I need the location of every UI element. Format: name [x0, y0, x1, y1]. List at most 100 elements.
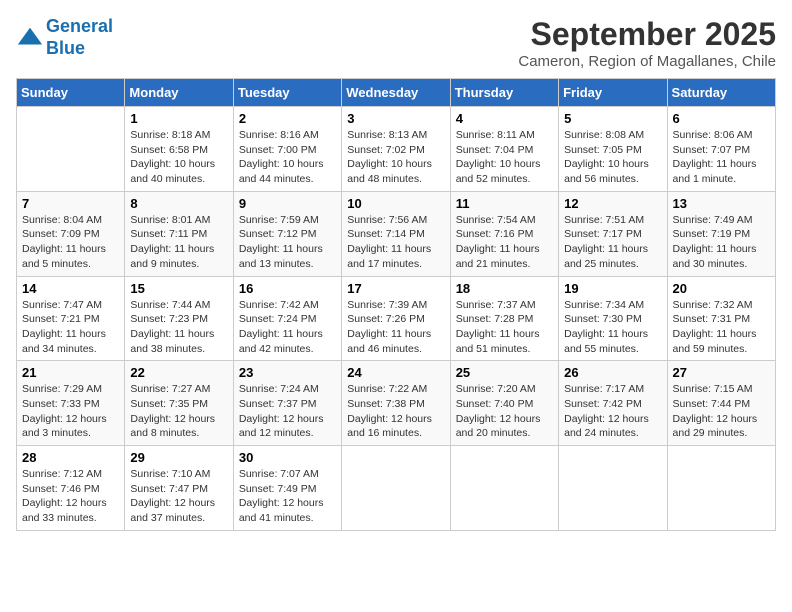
- day-info: Sunrise: 7:59 AMSunset: 7:12 PMDaylight:…: [239, 213, 336, 272]
- calendar-cell: 7 Sunrise: 8:04 AMSunset: 7:09 PMDaylight…: [17, 191, 125, 276]
- month-title: September 2025: [518, 16, 776, 53]
- calendar-table: SundayMondayTuesdayWednesdayThursdayFrid…: [16, 78, 776, 531]
- day-number: 29: [130, 450, 227, 465]
- calendar-cell: 25Sunrise: 7:20 AMSunset: 7:40 PMDayligh…: [450, 361, 558, 446]
- day-of-week-header: Thursday: [450, 79, 558, 107]
- day-info: Sunrise: 7:54 AMSunset: 7:16 PMDaylight:…: [456, 213, 553, 272]
- calendar-cell: 28 Sunrise: 7:12 AMSunset: 7:46 PMDayligh…: [17, 446, 125, 531]
- day-info: Sunrise: 7:34 AMSunset: 7:30 PMDaylight:…: [564, 298, 661, 357]
- calendar-cell: 14 Sunrise: 7:47 AMSunset: 7:21 PMDayligh…: [17, 276, 125, 361]
- day-info: Sunrise: 8:06 AMSunset: 7:07 PMDaylight:…: [673, 128, 770, 187]
- calendar-week-row: 21 Sunrise: 7:29 AMSunset: 7:33 PMDayligh…: [17, 361, 776, 446]
- calendar-cell: 13 Sunrise: 7:49 AMSunset: 7:19 PMDayligh…: [667, 191, 775, 276]
- calendar-cell: 8 Sunrise: 8:01 AMSunset: 7:11 PMDaylight…: [125, 191, 233, 276]
- page-header: General Blue September 2025 Cameron, Reg…: [16, 16, 776, 70]
- day-of-week-header: Wednesday: [342, 79, 450, 107]
- calendar-cell: 24 Sunrise: 7:22 AMSunset: 7:38 PMDayligh…: [342, 361, 450, 446]
- day-number: 20: [673, 281, 770, 296]
- logo-icon: [16, 24, 44, 52]
- day-info: Sunrise: 7:12 AMSunset: 7:46 PMDaylight:…: [22, 467, 119, 526]
- calendar-cell: 11 Sunrise: 7:54 AMSunset: 7:16 PMDayligh…: [450, 191, 558, 276]
- day-number: 24: [347, 365, 444, 380]
- calendar-header-row: SundayMondayTuesdayWednesdayThursdayFrid…: [17, 79, 776, 107]
- day-info: Sunrise: 7:27 AMSunset: 7:35 PMDaylight:…: [130, 382, 227, 441]
- day-info: Sunrise: 7:10 AMSunset: 7:47 PMDaylight:…: [130, 467, 227, 526]
- calendar-cell: 6 Sunrise: 8:06 AMSunset: 7:07 PMDaylight…: [667, 107, 775, 192]
- day-number: 5: [564, 111, 661, 126]
- calendar-week-row: 1 Sunrise: 8:18 AMSunset: 6:58 PMDaylight…: [17, 107, 776, 192]
- calendar-week-row: 7 Sunrise: 8:04 AMSunset: 7:09 PMDaylight…: [17, 191, 776, 276]
- calendar-cell: [559, 446, 667, 531]
- logo-text-general: General: [46, 16, 113, 36]
- calendar-cell: [342, 446, 450, 531]
- day-number: 12: [564, 196, 661, 211]
- calendar-cell: 26Sunrise: 7:17 AMSunset: 7:42 PMDayligh…: [559, 361, 667, 446]
- calendar-cell: 27Sunrise: 7:15 AMSunset: 7:44 PMDayligh…: [667, 361, 775, 446]
- day-number: 17: [347, 281, 444, 296]
- day-number: 4: [456, 111, 553, 126]
- location-subtitle: Cameron, Region of Magallanes, Chile: [518, 53, 776, 70]
- logo-text-blue: Blue: [46, 38, 85, 58]
- day-info: Sunrise: 7:22 AMSunset: 7:38 PMDaylight:…: [347, 382, 444, 441]
- day-number: 27: [673, 365, 770, 380]
- day-number: 16: [239, 281, 336, 296]
- calendar-week-row: 28 Sunrise: 7:12 AMSunset: 7:46 PMDayligh…: [17, 446, 776, 531]
- calendar-cell: [667, 446, 775, 531]
- day-info: Sunrise: 8:13 AMSunset: 7:02 PMDaylight:…: [347, 128, 444, 187]
- day-info: Sunrise: 7:49 AMSunset: 7:19 PMDaylight:…: [673, 213, 770, 272]
- calendar-week-row: 14 Sunrise: 7:47 AMSunset: 7:21 PMDayligh…: [17, 276, 776, 361]
- day-number: 14: [22, 281, 119, 296]
- day-number: 28: [22, 450, 119, 465]
- day-number: 21: [22, 365, 119, 380]
- day-info: Sunrise: 7:44 AMSunset: 7:23 PMDaylight:…: [130, 298, 227, 357]
- day-number: 22: [130, 365, 227, 380]
- calendar-cell: 29 Sunrise: 7:10 AMSunset: 7:47 PMDayligh…: [125, 446, 233, 531]
- calendar-cell: 15 Sunrise: 7:44 AMSunset: 7:23 PMDayligh…: [125, 276, 233, 361]
- calendar-cell: 9 Sunrise: 7:59 AMSunset: 7:12 PMDaylight…: [233, 191, 341, 276]
- day-of-week-header: Monday: [125, 79, 233, 107]
- day-number: 13: [673, 196, 770, 211]
- day-info: Sunrise: 8:04 AMSunset: 7:09 PMDaylight:…: [22, 213, 119, 272]
- day-number: 30: [239, 450, 336, 465]
- calendar-cell: 2 Sunrise: 8:16 AMSunset: 7:00 PMDaylight…: [233, 107, 341, 192]
- calendar-cell: 17Sunrise: 7:39 AMSunset: 7:26 PMDayligh…: [342, 276, 450, 361]
- day-number: 11: [456, 196, 553, 211]
- day-of-week-header: Friday: [559, 79, 667, 107]
- day-number: 10: [347, 196, 444, 211]
- day-info: Sunrise: 8:11 AMSunset: 7:04 PMDaylight:…: [456, 128, 553, 187]
- calendar-cell: 20 Sunrise: 7:32 AMSunset: 7:31 PMDayligh…: [667, 276, 775, 361]
- day-number: 7: [22, 196, 119, 211]
- day-of-week-header: Sunday: [17, 79, 125, 107]
- day-number: 1: [130, 111, 227, 126]
- day-number: 9: [239, 196, 336, 211]
- title-block: September 2025 Cameron, Region of Magall…: [518, 16, 776, 70]
- calendar-cell: 16Sunrise: 7:42 AMSunset: 7:24 PMDayligh…: [233, 276, 341, 361]
- calendar-cell: 23Sunrise: 7:24 AMSunset: 7:37 PMDayligh…: [233, 361, 341, 446]
- day-number: 6: [673, 111, 770, 126]
- day-info: Sunrise: 7:07 AMSunset: 7:49 PMDaylight:…: [239, 467, 336, 526]
- day-number: 3: [347, 111, 444, 126]
- day-info: Sunrise: 8:16 AMSunset: 7:00 PMDaylight:…: [239, 128, 336, 187]
- day-info: Sunrise: 7:37 AMSunset: 7:28 PMDaylight:…: [456, 298, 553, 357]
- calendar-cell: 4 Sunrise: 8:11 AMSunset: 7:04 PMDaylight…: [450, 107, 558, 192]
- day-info: Sunrise: 8:18 AMSunset: 6:58 PMDaylight:…: [130, 128, 227, 187]
- calendar-cell: 18Sunrise: 7:37 AMSunset: 7:28 PMDayligh…: [450, 276, 558, 361]
- day-info: Sunrise: 7:32 AMSunset: 7:31 PMDaylight:…: [673, 298, 770, 357]
- day-info: Sunrise: 7:20 AMSunset: 7:40 PMDaylight:…: [456, 382, 553, 441]
- calendar-cell: 22 Sunrise: 7:27 AMSunset: 7:35 PMDayligh…: [125, 361, 233, 446]
- calendar-cell: 5 Sunrise: 8:08 AMSunset: 7:05 PMDaylight…: [559, 107, 667, 192]
- day-number: 2: [239, 111, 336, 126]
- day-info: Sunrise: 7:47 AMSunset: 7:21 PMDaylight:…: [22, 298, 119, 357]
- day-of-week-header: Saturday: [667, 79, 775, 107]
- day-number: 15: [130, 281, 227, 296]
- day-number: 8: [130, 196, 227, 211]
- calendar-cell: 10 Sunrise: 7:56 AMSunset: 7:14 PMDayligh…: [342, 191, 450, 276]
- calendar-cell: [17, 107, 125, 192]
- calendar-cell: 1 Sunrise: 8:18 AMSunset: 6:58 PMDaylight…: [125, 107, 233, 192]
- day-info: Sunrise: 7:56 AMSunset: 7:14 PMDaylight:…: [347, 213, 444, 272]
- day-info: Sunrise: 8:08 AMSunset: 7:05 PMDaylight:…: [564, 128, 661, 187]
- day-number: 23: [239, 365, 336, 380]
- day-info: Sunrise: 7:29 AMSunset: 7:33 PMDaylight:…: [22, 382, 119, 441]
- day-info: Sunrise: 7:17 AMSunset: 7:42 PMDaylight:…: [564, 382, 661, 441]
- day-info: Sunrise: 8:01 AMSunset: 7:11 PMDaylight:…: [130, 213, 227, 272]
